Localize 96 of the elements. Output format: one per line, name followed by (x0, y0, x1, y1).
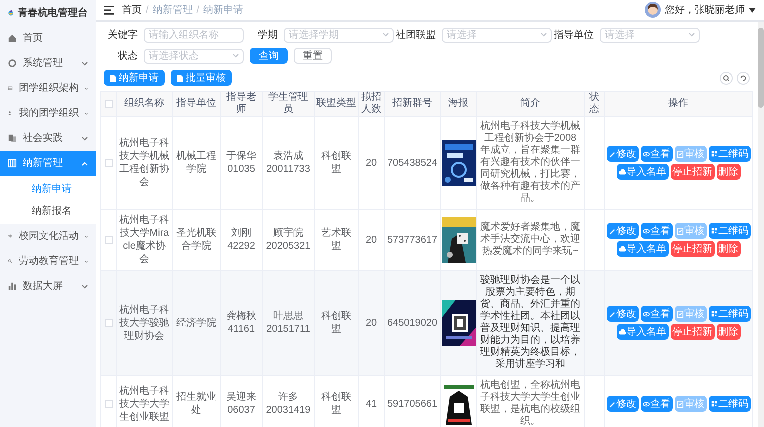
table-cell: 573773617 (387, 234, 438, 246)
table-cell: 骏驰理财协会是一个以股票为主要特色，期货、商品、外汇并重的学术性社团。本社团以普及理财知识、提高理财能力为目的，以培养理财精英为终极目标，采用讲座学习和 (480, 275, 580, 370)
qr-code-button[interactable]: 二维码 (708, 396, 750, 412)
view-button[interactable]: 查看 (640, 306, 672, 322)
toolbar-button[interactable]: 纳新申请 (104, 70, 165, 86)
column-header: 拟招人数 (362, 92, 382, 115)
table-cell: 机械工程学院 (176, 151, 216, 175)
column-header: 指导单位 (176, 98, 216, 109)
column-header: 指导老师 (226, 92, 256, 115)
submenu-item[interactable]: 纳新报名 (0, 200, 96, 222)
sidebar-item[interactable]: 团学组织架构 (0, 76, 96, 101)
table-cell: 20 (366, 158, 378, 168)
stop-recruiting-button[interactable]: 停止招新 (670, 324, 714, 340)
table-cell: 叶思思 20151711 (266, 311, 310, 335)
delete-button[interactable]: 删除 (716, 241, 740, 257)
reset-button[interactable]: 重置 (294, 48, 332, 64)
table-cell: 刘刚 42292 (228, 228, 256, 252)
delete-button[interactable]: 删除 (716, 164, 740, 180)
import-list-button[interactable]: 导入名单 (616, 164, 668, 180)
search-button[interactable]: 查询 (250, 48, 288, 64)
table-cell: 艺术联盟 (322, 228, 352, 252)
sidebar-item[interactable]: 校园文化活动 (0, 224, 96, 249)
table-cell: 招生就业处 (176, 392, 216, 416)
table-cell: 645019020 (387, 318, 438, 328)
breadcrumb-item: 纳新管理 (152, 4, 193, 18)
qr-code-button[interactable]: 二维码 (708, 223, 750, 239)
sidebar-item[interactable]: 纳新管理 (0, 151, 96, 176)
column-header: 联盟类型 (316, 98, 356, 109)
field-label: 社团联盟 (395, 28, 437, 43)
qr-code-button[interactable]: 二维码 (708, 146, 750, 162)
table-cell: 顾宇皖 20205321 (266, 228, 311, 252)
delete-button[interactable]: 删除 (716, 324, 740, 340)
table-cell: 杭州电子科技大学机械工程创新协会于2008年成立，旨在聚集一群有兴趣有技术的伙伴一同研究机械，打比赛，做各种有趣有技术的产品。 (480, 121, 580, 204)
sidebar-item[interactable]: 首页 (0, 26, 96, 51)
column-header: 简介 (520, 98, 540, 109)
sidebar-item[interactable]: 系统管理 (0, 51, 96, 76)
table-cell: 杭州电子科技大学大学生创业联盟 (120, 386, 170, 422)
table-cell: 杭州电子科技大学Miracle魔术协会 (120, 215, 170, 265)
select-field[interactable]: 请选择 (442, 28, 552, 43)
table-cell: 杭电创盟，全称杭州电子科技大学大学生创业联盟，是杭电的校级组织。 (480, 380, 580, 427)
table-cell: 许多 20031419 (266, 392, 311, 416)
table-cell: 591705661 (387, 398, 438, 410)
sidebar-item[interactable]: 社会实践 (0, 126, 96, 151)
column-header: 学生管理员 (268, 92, 308, 115)
table-cell: 41 (366, 398, 378, 410)
select-field[interactable]: 请选择学期 (284, 28, 394, 43)
stop-recruiting-button[interactable]: 停止招新 (670, 164, 714, 180)
table-cell: 20 (366, 318, 378, 328)
edit-button[interactable]: 修改 (606, 146, 638, 162)
field-label: 指导单位 (553, 28, 595, 43)
view-button[interactable]: 查看 (640, 223, 672, 239)
view-button[interactable]: 查看 (640, 146, 672, 162)
view-button[interactable]: 查看 (640, 396, 672, 412)
column-header: 招新群号 (392, 98, 432, 109)
sidebar-item[interactable]: 我的团学组织 (0, 101, 96, 126)
table-cell: 杭州电子科技大学骏驰理财协会 (120, 304, 170, 342)
sidebar-item[interactable]: 数据大屏 (0, 274, 96, 299)
input-field[interactable]: 请输入组织名称 (144, 28, 244, 43)
qr-code-button[interactable]: 二维码 (708, 306, 750, 322)
table-cell: 705438524 (387, 158, 438, 168)
column-header: 海报 (448, 98, 468, 109)
table-cell: 科创联盟 (322, 392, 352, 416)
breadcrumb-separator: / (146, 4, 149, 18)
field-label: 关键字 (108, 28, 139, 43)
table-cell: 于保华 01035 (226, 151, 256, 175)
table-cell: 魔术爱好者聚集地，魔术手法交流中心，欢迎热爱魔术的同学来玩~ (480, 222, 580, 257)
table-cell: 袁浩成 20011733 (266, 151, 310, 175)
edit-button[interactable]: 修改 (606, 396, 638, 412)
field-label: 状态 (117, 50, 139, 64)
breadcrumb-separator: / (196, 4, 200, 18)
edit-button[interactable]: 修改 (606, 306, 638, 322)
field-label: 学期 (257, 28, 279, 43)
select-field[interactable]: 请选择状态 (144, 48, 244, 64)
submenu-item[interactable]: 纳新申请 (0, 178, 96, 200)
breadcrumb-item: 纳新申请 (204, 4, 244, 18)
column-header: 组织名称 (124, 98, 164, 109)
edit-button[interactable]: 修改 (606, 223, 638, 239)
table-cell: 20 (366, 234, 378, 246)
table-cell: 圣光机联合学院 (176, 228, 216, 252)
stop-recruiting-button[interactable]: 停止招新 (670, 241, 714, 257)
table-cell: 吴迎来 06037 (226, 392, 256, 416)
import-list-button[interactable]: 导入名单 (616, 324, 668, 340)
table-cell: 龚梅秋 41161 (226, 311, 256, 335)
column-header: 操作 (668, 98, 688, 109)
table-cell: 科创联盟 (322, 311, 352, 335)
column-header: 状态 (590, 92, 600, 115)
breadcrumb-link[interactable]: 首页 (122, 2, 142, 18)
app-title: 青春杭电管理台 (18, 6, 88, 20)
table-cell: 经济学院 (176, 318, 216, 328)
import-list-button[interactable]: 导入名单 (616, 241, 668, 257)
select-field[interactable]: 请选择 (600, 28, 700, 43)
table-cell: 科创联盟 (322, 151, 352, 175)
toolbar-button[interactable]: 批量审核 (171, 70, 232, 86)
user-greeting[interactable]: 您好，张晓丽老师 (665, 2, 745, 18)
table-cell: 杭州电子科技大学机械工程创新协会 (120, 138, 170, 188)
sidebar-item[interactable]: 劳动教育管理 (0, 249, 96, 274)
